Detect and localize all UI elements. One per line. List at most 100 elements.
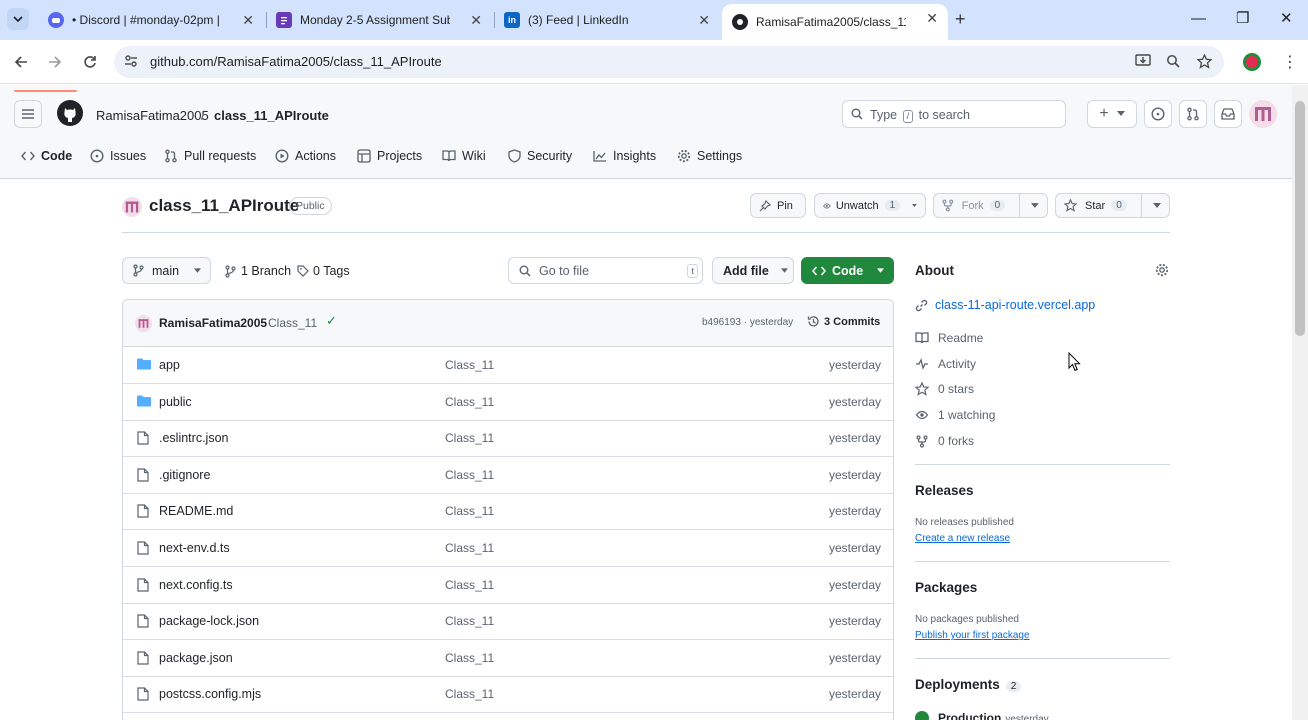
- browser-tab-discord[interactable]: • Discord | #monday-02pm | Ge ✕: [38, 6, 264, 34]
- commit-author-avatar[interactable]: [135, 315, 152, 332]
- code-dropdown-button[interactable]: Code: [801, 257, 894, 284]
- tab-wiki[interactable]: Wiki: [442, 149, 486, 163]
- forward-icon[interactable]: [45, 52, 65, 72]
- file-commit-message[interactable]: Class_11: [445, 358, 494, 372]
- file-commit-message[interactable]: Class_11: [445, 687, 494, 701]
- hamburger-menu-icon[interactable]: [14, 100, 42, 128]
- back-icon[interactable]: [11, 52, 31, 72]
- file-commit-message[interactable]: Class_11: [445, 541, 494, 555]
- pull-requests-header-button[interactable]: [1179, 100, 1207, 128]
- user-avatar[interactable]: [1249, 100, 1277, 128]
- file-commit-message[interactable]: Class_11: [445, 651, 494, 665]
- file-row[interactable]: package-lock.json Class_11 yesterday: [123, 603, 893, 641]
- file-commit-message[interactable]: Class_11: [445, 431, 494, 445]
- tab-search-button[interactable]: [7, 8, 29, 30]
- publish-package-link[interactable]: Publish your first package: [915, 630, 1030, 641]
- tags-link[interactable]: 0 Tags: [297, 264, 350, 278]
- browser-tab-forms[interactable]: Monday 2-5 Assignment Subm ✕: [266, 6, 492, 34]
- page-scrollbar[interactable]: [1292, 85, 1308, 720]
- file-row[interactable]: .gitignore Class_11 yesterday: [123, 457, 893, 494]
- add-file-button[interactable]: Add file: [712, 257, 794, 284]
- branches-link[interactable]: 1 Branch: [225, 264, 291, 278]
- issues-header-button[interactable]: [1144, 100, 1172, 128]
- fork-button[interactable]: Fork 0: [933, 193, 1048, 218]
- file-row[interactable]: next.config.ts Class_11 yesterday: [123, 567, 893, 604]
- file-name[interactable]: next-env.d.ts: [159, 541, 230, 555]
- file-name[interactable]: package.json: [159, 651, 233, 665]
- unwatch-button[interactable]: Unwatch 1: [814, 193, 926, 218]
- repo-title[interactable]: class_11_APIroute: [149, 196, 299, 216]
- commit-message[interactable]: Class_11: [268, 316, 317, 330]
- file-row[interactable]: README.md Class_11 yesterday: [123, 493, 893, 531]
- file-row[interactable]: .eslintrc.json Class_11 yesterday: [123, 420, 893, 458]
- readme-link[interactable]: Readme: [915, 331, 983, 345]
- zoom-icon[interactable]: [1166, 54, 1180, 71]
- commit-author[interactable]: RamisaFatima2005: [159, 316, 267, 330]
- browser-menu-icon[interactable]: ⋮: [1282, 52, 1298, 72]
- file-commit-message[interactable]: Class_11: [445, 578, 494, 592]
- file-name[interactable]: README.md: [159, 504, 233, 518]
- window-close-icon[interactable]: ✕: [1280, 11, 1293, 27]
- deployment-item[interactable]: Production yesterday: [938, 711, 1049, 720]
- file-name[interactable]: postcss.config.mjs: [159, 687, 261, 701]
- file-name[interactable]: .eslintrc.json: [159, 431, 228, 445]
- watching-link[interactable]: 1 watching: [915, 408, 995, 422]
- tab-security[interactable]: Security: [508, 149, 572, 163]
- activity-link[interactable]: Activity: [915, 357, 976, 371]
- file-row[interactable]: postcss.config.mjs Class_11 yesterday: [123, 676, 893, 714]
- stars-link[interactable]: 0 stars: [915, 382, 974, 396]
- file-row[interactable]: app Class_11 yesterday: [123, 347, 893, 384]
- tab-code[interactable]: Code: [21, 149, 72, 163]
- tab-pull-requests[interactable]: Pull requests: [164, 149, 256, 163]
- install-app-icon[interactable]: [1135, 54, 1151, 71]
- breadcrumb-owner[interactable]: RamisaFatima2005: [96, 108, 209, 123]
- inbox-header-button[interactable]: [1214, 100, 1242, 128]
- site-settings-icon[interactable]: [124, 54, 138, 71]
- go-to-file-input[interactable]: Go to file t: [508, 257, 703, 284]
- releases-heading[interactable]: Releases: [915, 483, 974, 498]
- file-commit-message[interactable]: Class_11: [445, 504, 494, 518]
- file-commit-message[interactable]: Class_11: [445, 395, 494, 409]
- tab-actions[interactable]: Actions: [275, 149, 336, 163]
- branch-selector[interactable]: main: [122, 257, 211, 284]
- file-name[interactable]: next.config.ts: [159, 578, 233, 592]
- close-icon[interactable]: ✕: [470, 12, 482, 28]
- minimize-icon[interactable]: —: [1191, 11, 1206, 27]
- profile-avatar[interactable]: [1243, 53, 1261, 71]
- commits-link[interactable]: 3 Commits: [807, 315, 880, 328]
- pin-button[interactable]: Pin: [750, 193, 806, 218]
- commit-sha[interactable]: b496193 · yesterday: [702, 317, 793, 328]
- scrollbar-thumb[interactable]: [1295, 101, 1305, 336]
- packages-heading[interactable]: Packages: [915, 580, 977, 595]
- star-button[interactable]: Star 0: [1055, 193, 1170, 218]
- check-icon[interactable]: ✓: [326, 313, 337, 329]
- file-commit-message[interactable]: Class_11: [445, 468, 494, 482]
- create-new-button[interactable]: +: [1087, 100, 1137, 128]
- file-row[interactable]: public Class_11 yesterday: [123, 384, 893, 421]
- close-icon[interactable]: ✕: [698, 12, 710, 28]
- github-logo-icon[interactable]: [56, 99, 84, 130]
- gear-icon[interactable]: [1155, 263, 1169, 280]
- address-bar[interactable]: github.com/RamisaFatima2005/class_11_API…: [114, 46, 1224, 78]
- tab-settings[interactable]: Settings: [677, 149, 742, 163]
- browser-tab-github[interactable]: RamisaFatima2005/class_11_AP ✕: [722, 4, 948, 40]
- new-tab-button[interactable]: +: [955, 10, 966, 28]
- close-icon[interactable]: ✕: [242, 12, 254, 28]
- tab-issues[interactable]: Issues: [90, 149, 146, 163]
- tab-projects[interactable]: Projects: [357, 149, 422, 163]
- file-commit-message[interactable]: Class_11: [445, 614, 494, 628]
- website-link[interactable]: class-11-api-route.vercel.app: [915, 298, 1095, 312]
- file-name[interactable]: app: [159, 358, 180, 372]
- breadcrumb-repo[interactable]: class_11_APIroute: [214, 108, 329, 123]
- forks-link[interactable]: 0 forks: [915, 434, 974, 448]
- file-name[interactable]: package-lock.json: [159, 614, 259, 628]
- file-name[interactable]: public: [159, 395, 192, 409]
- browser-tab-linkedin[interactable]: in (3) Feed | LinkedIn ✕: [494, 6, 720, 34]
- file-row[interactable]: next-env.d.ts Class_11 yesterday: [123, 530, 893, 567]
- restore-icon[interactable]: ❐: [1236, 11, 1249, 27]
- create-release-link[interactable]: Create a new release: [915, 533, 1010, 544]
- bookmark-star-icon[interactable]: [1196, 53, 1213, 72]
- reload-icon[interactable]: [80, 52, 100, 72]
- tab-insights[interactable]: Insights: [593, 149, 656, 163]
- search-input[interactable]: Type / to search: [842, 100, 1066, 128]
